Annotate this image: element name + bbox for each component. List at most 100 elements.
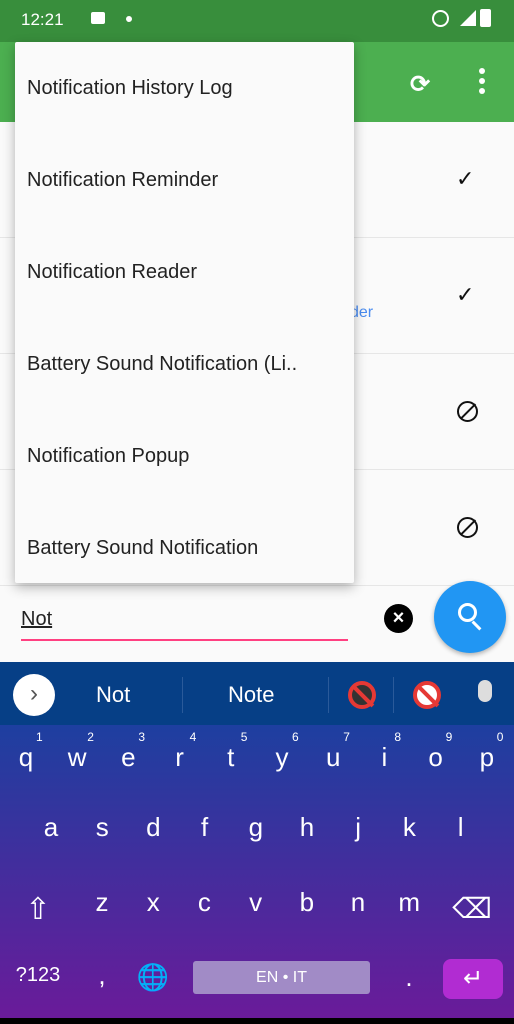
key-q[interactable]: q1 [6,730,46,773]
key-e[interactable]: e3 [108,730,148,773]
key-number-hint: 1 [36,730,43,744]
key-label: n [350,887,366,917]
message-icon [91,12,105,24]
keyboard: › Not Note q1w2e3r4t5y6u7i8o9p0asdfghjkl… [0,662,514,1018]
key-label: e [121,742,136,772]
key-h[interactable]: h [287,812,327,843]
dropdown-item[interactable]: Battery Sound Notification (Li.. [15,318,354,410]
key-u[interactable]: u7 [313,730,353,773]
check-icon: ✓ [456,282,475,307]
globe-icon[interactable]: 🌐 [133,962,173,993]
key-v[interactable]: v [236,887,276,918]
key-number-hint: 6 [292,730,299,744]
key-t[interactable]: t5 [211,730,251,773]
enter-key[interactable]: ↵ [443,959,503,999]
clear-icon[interactable]: × [384,604,413,633]
key-label: h [299,812,315,842]
space-key[interactable]: EN • IT [193,961,370,994]
autocomplete-dropdown: Notification History Log Notification Re… [15,42,354,583]
key-label: s [95,812,109,842]
period-key[interactable]: . [389,962,429,993]
key-k[interactable]: k [389,812,429,843]
search-input[interactable]: Not [21,608,348,641]
key-number-hint: 2 [87,730,94,744]
key-label: t [227,742,235,772]
key-x[interactable]: x [133,887,173,918]
key-g[interactable]: g [236,812,276,843]
key-c[interactable]: c [184,887,224,918]
suggestion[interactable]: Not [96,682,130,708]
backspace-key[interactable]: ⌫ [452,892,492,925]
key-label: v [249,887,263,917]
key-w[interactable]: w2 [57,730,97,773]
dropdown-item[interactable]: Notification History Log [15,42,354,134]
prohibited-emoji-icon[interactable] [413,681,441,709]
key-number-hint: 9 [445,730,453,744]
key-label: z [95,887,109,917]
blocked-icon [457,401,478,422]
comma-emoji-key[interactable]: , [82,960,122,991]
key-s[interactable]: s [82,812,122,843]
key-label: p [479,742,495,772]
battery-icon [480,9,491,27]
status-time: 12:21 [21,10,64,29]
key-l[interactable]: l [441,812,481,843]
key-z[interactable]: z [82,887,122,918]
key-y[interactable]: y6 [262,730,302,773]
search-input-value: Not [21,608,53,630]
key-p[interactable]: p0 [467,730,507,773]
key-label: j [355,812,362,842]
alarm-icon [432,10,449,27]
key-a[interactable]: a [31,812,71,843]
key-label: l [457,812,464,842]
suggestion[interactable]: Note [228,682,274,708]
search-icon [458,603,477,622]
key-label: o [428,742,443,772]
key-label: i [381,742,388,772]
dropdown-item[interactable]: Notification Reader [15,226,354,318]
nav-bar [0,1018,514,1024]
shift-key[interactable]: ⇧ [18,892,58,927]
key-label: y [275,742,289,772]
key-number-hint: 7 [343,730,350,744]
blocked-icon [457,517,478,538]
key-label: b [299,887,315,917]
key-label: u [325,742,341,772]
key-label: a [43,812,59,842]
key-label: c [197,887,211,917]
expand-button[interactable]: › [13,674,55,716]
key-label: x [146,887,160,917]
key-i[interactable]: i8 [364,730,404,773]
key-d[interactable]: d [133,812,173,843]
check-icon: ✓ [456,166,475,191]
key-j[interactable]: j [338,812,378,843]
key-label: k [402,812,416,842]
key-m[interactable]: m [389,887,429,918]
key-o[interactable]: o9 [416,730,456,773]
dot-icon [126,16,132,22]
key-r[interactable]: r4 [160,730,200,773]
key-label: d [146,812,161,842]
more-vert-icon[interactable] [478,68,486,96]
key-number-hint: 4 [189,730,197,744]
key-b[interactable]: b [287,887,327,918]
key-label: m [398,887,421,917]
refresh-icon[interactable]: ⟳ [410,70,430,99]
status-bar: 12:21 [0,0,514,42]
symbols-key[interactable]: ?123 [10,964,66,987]
key-number-hint: 5 [240,730,248,744]
key-n[interactable]: n [338,887,378,918]
signal-icon [460,10,476,26]
key-number-hint: 0 [496,730,504,744]
key-label: w [67,742,87,772]
no-smoking-emoji-icon[interactable] [348,681,376,709]
search-button[interactable] [434,581,506,653]
dropdown-item[interactable]: Notification Reminder [15,134,354,226]
key-f[interactable]: f [185,812,225,843]
key-label: r [175,742,184,772]
dropdown-item[interactable]: Battery Sound Notification [15,502,354,594]
dropdown-item[interactable]: Notification Popup [15,410,354,502]
suggestion-bar: › Not Note [0,662,514,725]
key-label: q [18,742,34,772]
microphone-icon[interactable] [478,680,492,702]
